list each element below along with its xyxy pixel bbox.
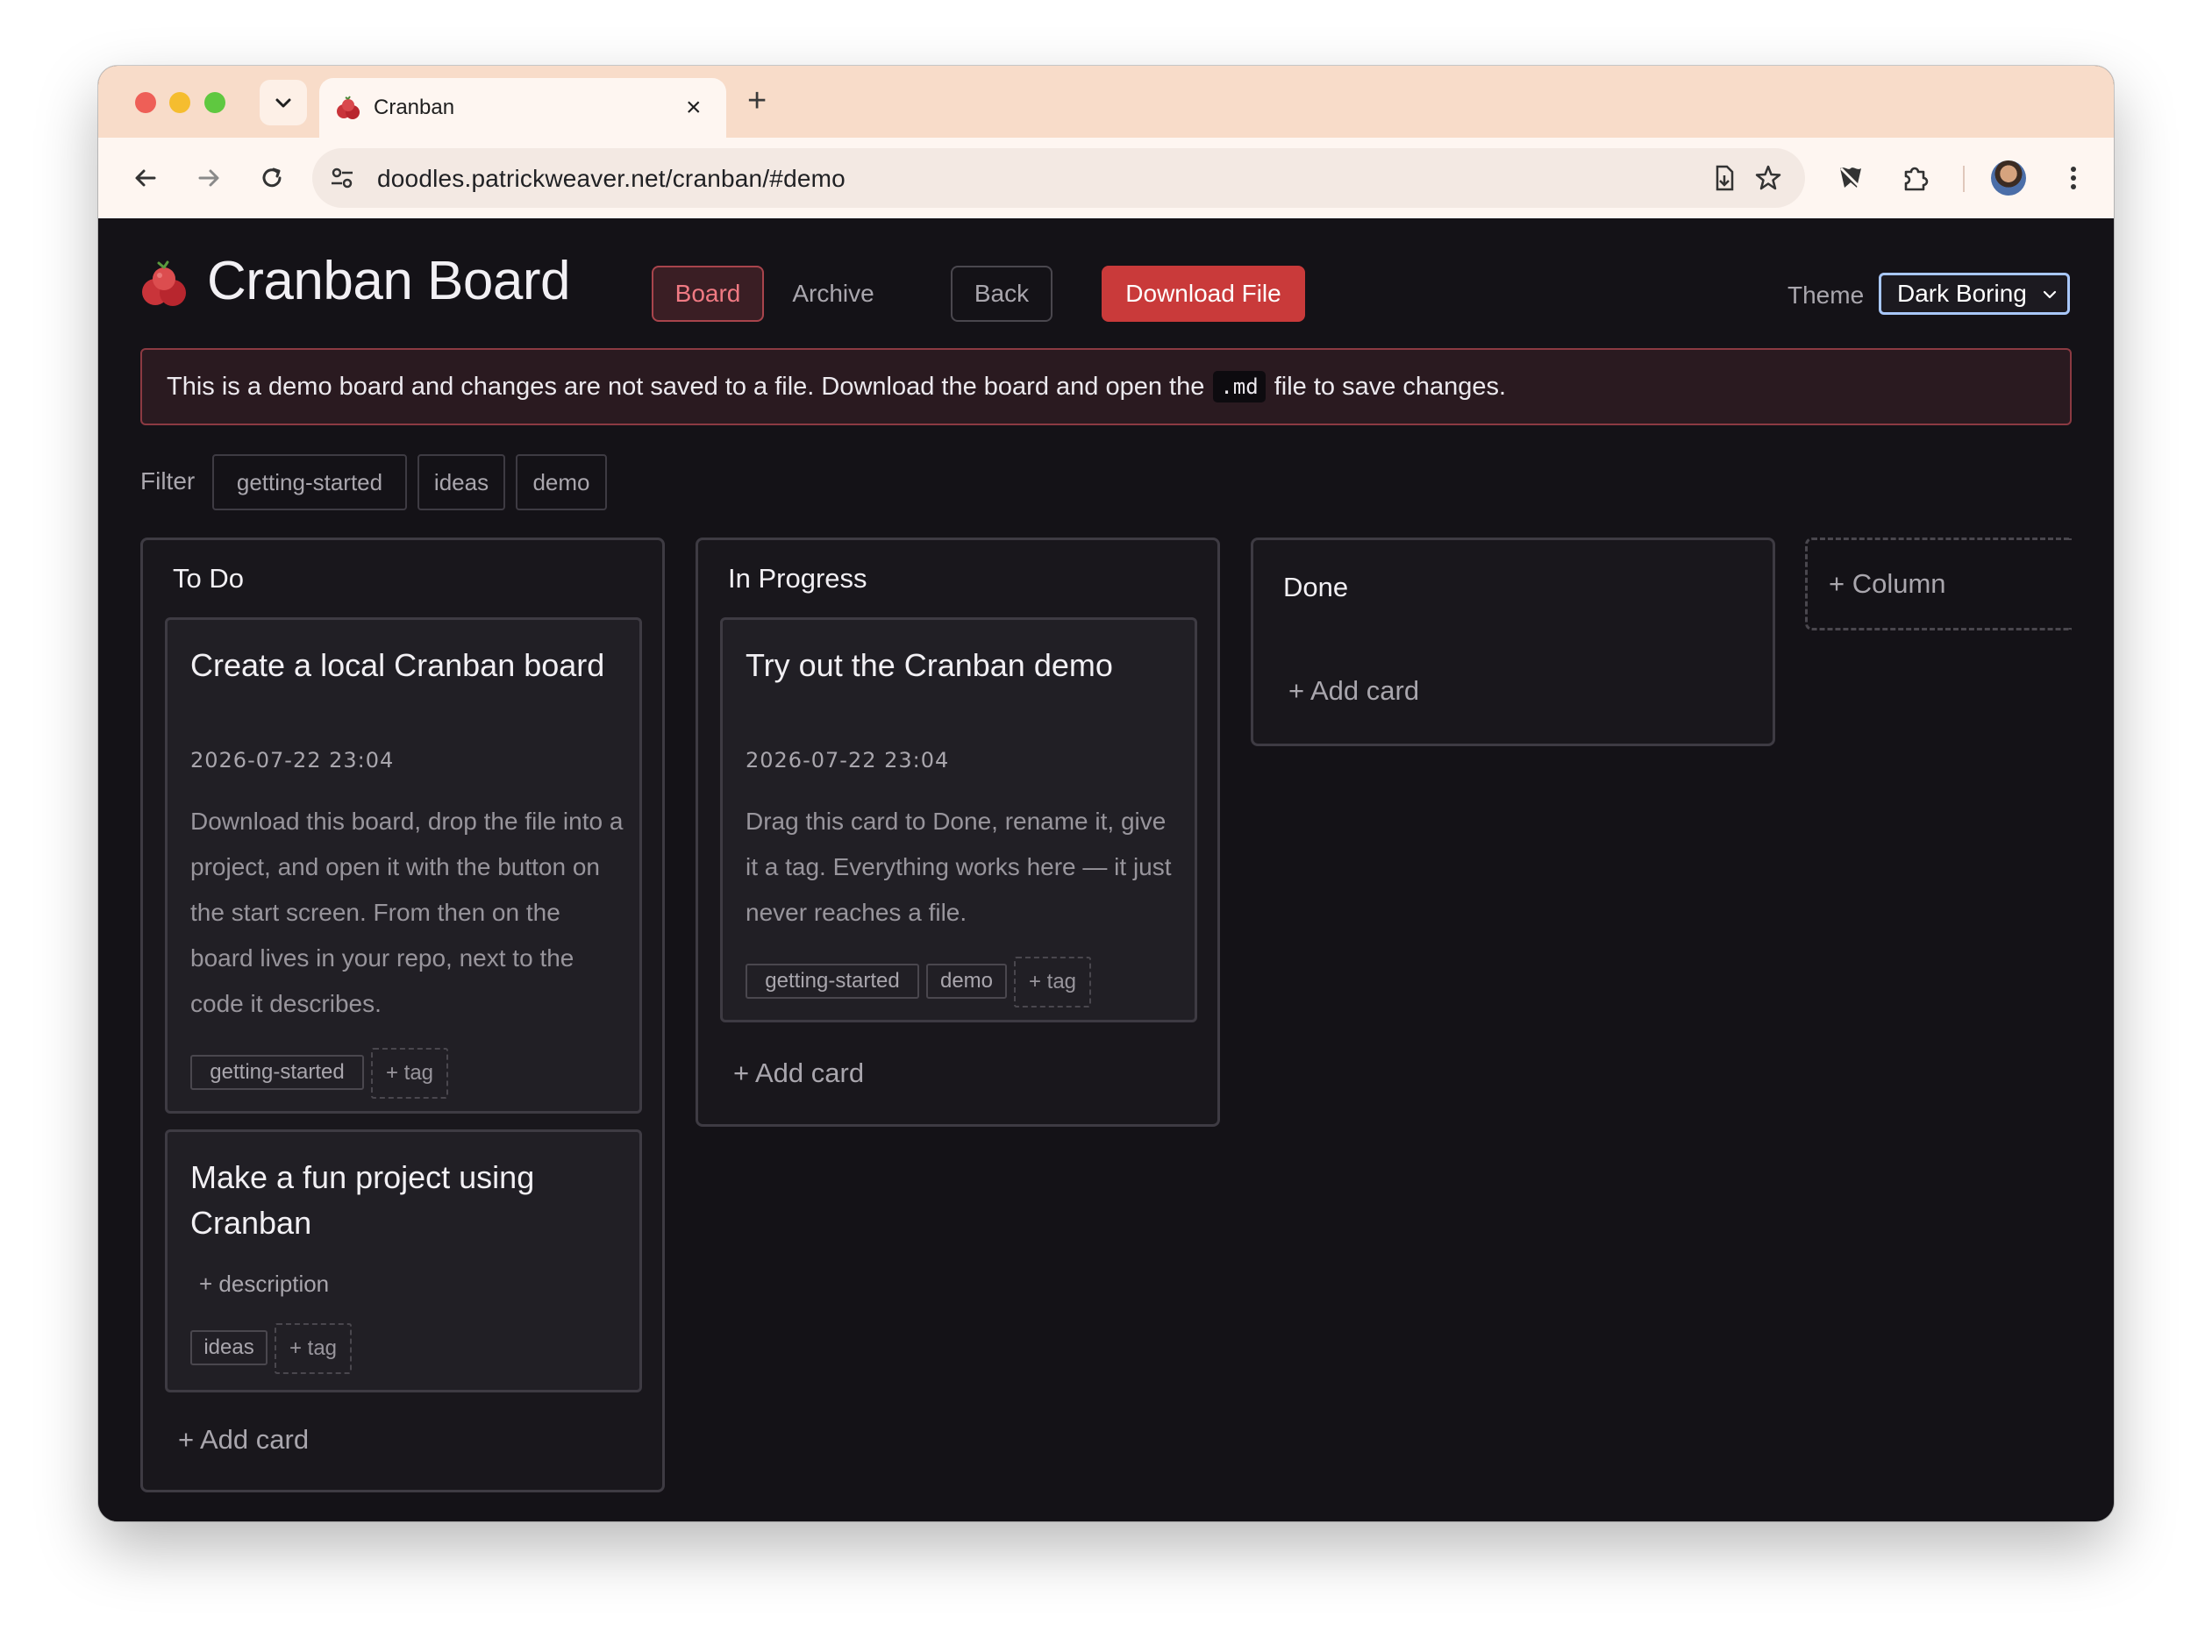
column-title[interactable]: Done xyxy=(1283,572,1348,603)
theme-select-value: Dark Boring xyxy=(1897,280,2027,307)
extensions-puzzle-icon[interactable] xyxy=(1893,155,1938,201)
app-page: Cranban Board Board Archive Back Downloa… xyxy=(98,218,2114,1521)
profile-avatar[interactable] xyxy=(1991,160,2026,196)
app-title: Cranban Board xyxy=(207,251,571,311)
forward-nav-button[interactable] xyxy=(188,157,230,199)
add-card-button[interactable]: + Add card xyxy=(1288,675,1419,707)
board-nav-button[interactable]: Board xyxy=(652,266,764,322)
add-card-button[interactable]: + Add card xyxy=(733,1057,864,1089)
card-date: 2026-07-22 23:04 xyxy=(190,748,395,773)
install-app-icon[interactable] xyxy=(1709,162,1740,194)
card[interactable]: Try out the Cranban demo 2026-07-22 23:0… xyxy=(720,617,1197,1022)
add-card-button[interactable]: + Add card xyxy=(178,1424,309,1456)
add-description-button[interactable]: + description xyxy=(199,1271,329,1298)
close-window-button[interactable] xyxy=(135,92,156,113)
new-tab-button[interactable]: + xyxy=(747,83,767,118)
extension-icon[interactable] xyxy=(1828,155,1873,201)
site-settings-icon[interactable] xyxy=(328,164,356,192)
card-date: 2026-07-22 23:04 xyxy=(746,748,950,773)
arrow-left-icon xyxy=(135,169,156,187)
cranberry-favicon-icon xyxy=(337,96,360,119)
cranberry-logo-icon xyxy=(142,260,186,306)
column-title[interactable]: In Progress xyxy=(728,563,867,595)
archive-nav-button[interactable]: Archive xyxy=(774,266,893,322)
maximize-window-button[interactable] xyxy=(204,92,225,113)
notice-text-before: This is a demo board and changes are not… xyxy=(167,372,1205,401)
minimize-window-button[interactable] xyxy=(169,92,190,113)
card-description[interactable]: Drag this card to Done, rename it, give … xyxy=(746,799,1184,936)
back-nav-button[interactable] xyxy=(125,157,167,199)
theme-select[interactable]: Dark Boring xyxy=(1879,273,2070,315)
filter-chip-demo[interactable]: demo xyxy=(516,454,607,510)
chevron-down-icon xyxy=(275,98,291,108)
filter-label: Filter xyxy=(140,467,196,495)
tab-bar: Cranban × + xyxy=(98,66,2114,138)
theme-label: Theme xyxy=(1787,281,1865,309)
demo-notice-banner: This is a demo board and changes are not… xyxy=(140,348,2072,425)
back-button[interactable]: Back xyxy=(951,266,1052,322)
column-done: Done + Add card xyxy=(1251,538,1775,746)
card-tag[interactable]: demo xyxy=(926,964,1007,999)
column-in-progress: In Progress Try out the Cranban demo 202… xyxy=(696,538,1220,1127)
arrow-right-icon xyxy=(198,169,219,187)
browser-window: Cranban × + doodles.patrickweaver.net/cr… xyxy=(98,66,2114,1521)
notice-code: .md xyxy=(1213,371,1266,402)
card-title[interactable]: Try out the Cranban demo xyxy=(746,643,1167,688)
address-bar[interactable]: doodles.patrickweaver.net/cranban/#demo xyxy=(312,148,1805,208)
column-title[interactable]: To Do xyxy=(173,563,244,595)
download-file-button[interactable]: Download File xyxy=(1102,266,1305,322)
reload-button[interactable] xyxy=(251,157,293,199)
card-tag[interactable]: ideas xyxy=(190,1330,268,1365)
browser-tab[interactable]: Cranban × xyxy=(319,78,726,138)
add-column-button[interactable]: + Column xyxy=(1805,538,2072,630)
card-title[interactable]: Create a local Cranban board xyxy=(190,643,611,688)
add-tag-button[interactable]: + tag xyxy=(275,1323,352,1374)
add-tag-button[interactable]: + tag xyxy=(371,1048,448,1099)
card-description[interactable]: Download this board, drop the file into … xyxy=(190,799,629,1027)
browser-toolbar: doodles.patrickweaver.net/cranban/#demo xyxy=(98,138,2114,218)
filter-chip-ideas[interactable]: ideas xyxy=(417,454,505,510)
notice-text-after: file to save changes. xyxy=(1274,372,1507,401)
more-menu-icon[interactable] xyxy=(2051,155,2096,201)
toolbar-divider xyxy=(1963,166,1965,192)
column-to-do: To Do Create a local Cranban board 2026-… xyxy=(140,538,665,1492)
card-title[interactable]: Make a fun project using Cranban xyxy=(190,1155,611,1246)
add-tag-button[interactable]: + tag xyxy=(1014,957,1091,1008)
url-text[interactable]: doodles.patrickweaver.net/cranban/#demo xyxy=(377,165,846,193)
card-tag[interactable]: getting-started xyxy=(746,964,919,999)
chevron-down-icon xyxy=(2043,290,2057,299)
tab-title: Cranban xyxy=(374,96,455,119)
reload-icon xyxy=(262,167,282,188)
filter-chip-getting-started[interactable]: getting-started xyxy=(212,454,407,510)
close-tab-icon[interactable]: × xyxy=(686,92,702,124)
card[interactable]: Create a local Cranban board 2026-07-22 … xyxy=(165,617,642,1114)
card[interactable]: Make a fun project using Cranban + descr… xyxy=(165,1129,642,1392)
card-tag[interactable]: getting-started xyxy=(190,1055,364,1090)
tab-search-button[interactable] xyxy=(260,80,307,125)
bookmark-star-icon[interactable] xyxy=(1752,162,1784,194)
